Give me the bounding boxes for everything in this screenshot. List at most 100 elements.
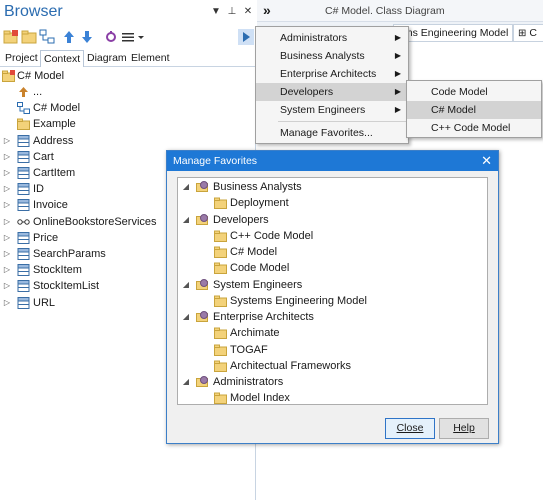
collapse-arrow-icon[interactable]: ◢ (181, 374, 191, 390)
favorite-group-label: Business Analysts (213, 181, 302, 193)
favorite-group-icon (196, 181, 210, 193)
right-header: » C# Model. Class Diagram (257, 0, 543, 22)
tab-project[interactable]: Project (2, 50, 41, 67)
favorite-item-label: Deployment (230, 197, 289, 210)
menu-item-label: Business Analysts (280, 50, 365, 62)
developers-submenu: Code Model C# Model C++ Code Model (406, 80, 542, 138)
expand-arrow-icon[interactable]: ▷ (2, 262, 12, 278)
class-icon (17, 278, 30, 294)
menu-item[interactable]: Administrators ▶ (256, 29, 408, 47)
folder-icon (214, 197, 227, 210)
favorites-play-icon[interactable] (238, 29, 254, 45)
class-icon (17, 165, 30, 181)
collapse-arrow-icon[interactable]: ◢ (181, 212, 191, 228)
expand-arrow-icon[interactable]: ▷ (2, 133, 12, 149)
expand-arrow-icon[interactable]: ▷ (2, 197, 12, 213)
tree-item-label: Cart (33, 150, 54, 163)
favorite-item-label: C# Model (230, 246, 278, 258)
tree-item-label: URL (33, 296, 56, 309)
expand-arrow-icon[interactable]: ▷ (2, 230, 12, 246)
interface-icon (17, 214, 30, 230)
class-icon (17, 295, 30, 311)
favorite-item-label: Systems Engineering Model (230, 294, 367, 307)
submenu-arrow-icon: ▶ (394, 51, 401, 60)
favorite-group-label: Administrators (213, 376, 284, 388)
dialog-title-bar: Manage Favorites (167, 151, 498, 171)
favorite-group-icon (196, 278, 210, 291)
menu-item[interactable]: Developers ▶ (256, 83, 408, 101)
submenu-item[interactable]: C++ Code Model (407, 119, 541, 137)
dropdown-icon[interactable]: ▼ (210, 6, 222, 18)
class-icon (17, 181, 30, 197)
submenu-item[interactable]: Code Model (407, 83, 541, 101)
move-up-icon[interactable] (61, 29, 77, 45)
tab-context[interactable]: Context (40, 50, 85, 67)
breadcrumb: C# Model. Class Diagram (325, 5, 445, 17)
menu-icon[interactable] (121, 29, 147, 45)
tab-element[interactable]: Element (128, 50, 173, 67)
tree-item-label: StockItem (33, 264, 82, 277)
expand-arrow-icon[interactable]: ▷ (2, 278, 12, 294)
menu-item-label: Enterprise Architects (280, 68, 377, 80)
folder-icon (214, 360, 227, 372)
expand-arrow-icon[interactable]: ▷ (2, 165, 12, 181)
tree-item-label: C# Model (33, 102, 81, 115)
properties-icon[interactable] (103, 29, 119, 45)
browser-header: Browser ▼ ⊥ ✕ (0, 0, 256, 26)
expand-arrow-icon[interactable]: ▷ (2, 295, 12, 311)
expand-arrow-icon[interactable]: ▷ (2, 246, 12, 262)
close-button[interactable]: Close (385, 418, 435, 439)
tree-item-label: ID (33, 183, 44, 196)
collapse-arrow-icon[interactable]: ◢ (181, 309, 191, 325)
menu-item[interactable]: Manage Favorites... (256, 124, 408, 142)
menu-item[interactable]: Business Analysts ▶ (256, 47, 408, 65)
folder-icon (17, 116, 30, 132)
class-icon (17, 262, 30, 278)
folder-icon (214, 327, 227, 340)
expand-arrow-icon[interactable]: ▷ (2, 181, 12, 197)
folder-icon (214, 295, 227, 307)
manage-favorites-dialog: Manage Favorites ✕ ◢ Business Analysts Dep… (166, 150, 499, 444)
favorite-group-label: System Engineers (213, 278, 303, 291)
folder-icon (214, 392, 227, 405)
close-icon[interactable]: ✕ (242, 6, 254, 18)
tree-item-label: Invoice (33, 199, 68, 212)
submenu-item-label: C# Model (431, 104, 476, 116)
close-icon[interactable]: ✕ (481, 151, 492, 171)
menu-item[interactable]: System Engineers ▶ (256, 101, 408, 119)
submenu-item[interactable]: C# Model (407, 101, 541, 119)
move-down-icon[interactable] (79, 29, 95, 45)
expand-arrow-icon[interactable]: ▷ (2, 149, 12, 165)
expand-arrow-icon[interactable]: ▷ (2, 214, 12, 230)
favorite-group-icon (196, 376, 210, 388)
new-folder-icon[interactable] (21, 29, 37, 45)
help-button[interactable]: Help (439, 418, 489, 439)
collapse-arrow-icon[interactable]: ◢ (181, 179, 191, 195)
submenu-item-label: C++ Code Model (431, 122, 511, 134)
favorite-item-label: Code Model (230, 262, 290, 275)
tab-csharp-model[interactable]: ⊞ C (513, 24, 543, 42)
menu-item-label: System Engineers (280, 104, 366, 116)
tree-item-label: Address (33, 134, 74, 147)
class-icon (17, 230, 30, 246)
tab-systems-engineering-model[interactable]: ems Engineering Model (393, 24, 514, 42)
favorite-item-label: C++ Code Model (230, 229, 314, 242)
menu-item[interactable]: Enterprise Architects ▶ (256, 65, 408, 83)
package-diagram-icon (17, 100, 30, 116)
menu-item-label: Manage Favorites... (280, 127, 373, 139)
help-button-label: Help (453, 422, 475, 434)
close-button-label: Close (396, 422, 424, 434)
collapse-arrow-icon[interactable]: ◢ (181, 277, 191, 293)
expand-chevrons-icon[interactable]: » (263, 2, 271, 18)
new-diagram-icon[interactable] (39, 29, 55, 45)
folder-icon (214, 246, 227, 258)
favorite-item-label: Architectual Frameworks (230, 359, 352, 372)
new-package-icon[interactable] (3, 29, 19, 45)
folder-icon (214, 262, 227, 275)
pin-icon[interactable]: ⊥ (226, 6, 238, 18)
tree-item-label: CartItem (33, 167, 76, 179)
favorite-item-label: Model Index (230, 392, 290, 405)
tab-diagram[interactable]: Diagram (84, 50, 130, 67)
favorite-group-icon (196, 311, 210, 323)
folder-icon (214, 344, 227, 356)
